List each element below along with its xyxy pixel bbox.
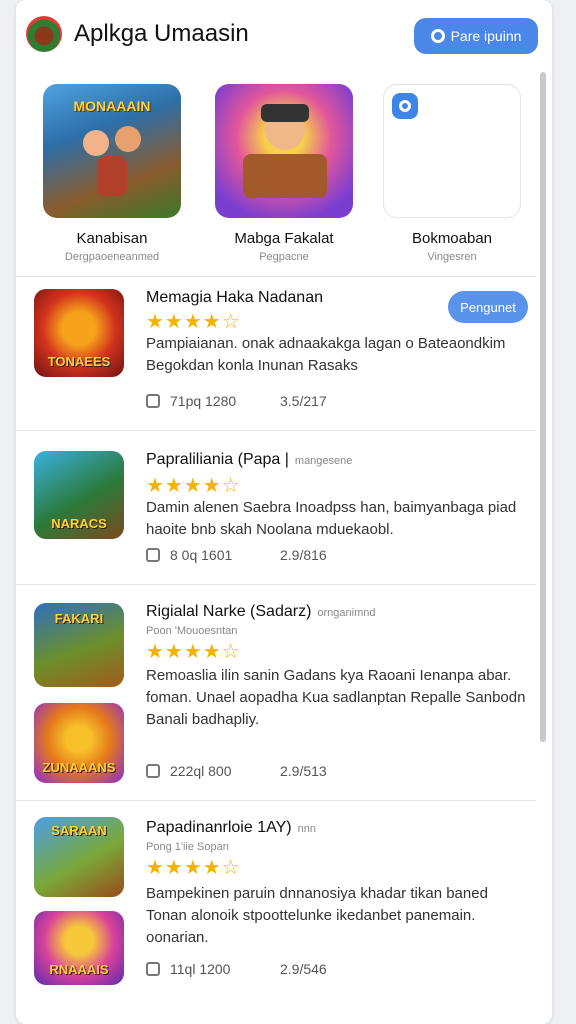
app-title: Papraliliania (Papa | mangesene: [146, 451, 352, 469]
featured-thumbnail[interactable]: MONAAAIN: [43, 84, 181, 218]
app-description: Pampiaianan. onak adnaakakga lagan o Bat…: [146, 335, 506, 374]
download-icon: [146, 548, 160, 562]
featured-subtitle: Dergpaoeneanmed: [64, 251, 160, 263]
featured-item[interactable]: MONAAAIN Kanabisan Dergpaoeneanmed: [42, 84, 182, 263]
header-action-label: Pare ipuinn: [450, 28, 522, 44]
app-icon[interactable]: NARACS: [34, 451, 124, 539]
app-subtitle: Pong 1'iie Sopan: [146, 841, 229, 853]
rating-stars: ★★★★☆: [146, 475, 241, 497]
app-icon[interactable]: RNAAAIS: [34, 911, 124, 985]
app-tag: nnn: [297, 823, 316, 835]
featured-name: Kanabisan: [76, 230, 148, 247]
meta-downloads: 11ql 1200: [170, 961, 231, 977]
app-icon-label: RNAAAIS: [49, 962, 109, 977]
app-logo-icon: [26, 16, 62, 52]
header-action-button[interactable]: Pare ipuinn: [414, 18, 538, 54]
app-icon-label: TONAEES: [47, 354, 111, 369]
app-description: Remoaslia ilin sanin Gadans kya Raoani I…: [146, 667, 526, 728]
featured-name: Bokmoaban: [411, 230, 493, 247]
rating-stars: ★★★★☆: [146, 311, 241, 333]
featured-item[interactable]: Mabga Fakalat Pegpacne: [214, 84, 354, 263]
app-icon[interactable]: FAKARI: [34, 603, 124, 687]
rating-stars: ★★★★☆: [146, 857, 241, 879]
app-title: Papadinanrloie 1AY) nnn: [146, 819, 316, 837]
meta-rating: 3.5/217: [280, 393, 327, 409]
list-item[interactable]: FAKARI ZUNAAANS Rigialal Narke (Sadarz) o…: [16, 584, 536, 800]
app-icon-label: NARACS: [51, 516, 107, 531]
meta-rating: 2.9/816: [280, 547, 327, 563]
meta-downloads: 71pq 1280: [170, 393, 237, 409]
get-button[interactable]: Pengunet: [448, 291, 528, 323]
app-icon[interactable]: TONAEES: [34, 289, 124, 377]
download-icon: [146, 394, 160, 408]
featured-art-label: MONAAAIN: [73, 98, 151, 114]
featured-name: Mabga Fakalat: [234, 230, 334, 247]
app-meta: 8 0q 1601 2.9/816: [146, 547, 327, 563]
app-icon[interactable]: SARAAN: [34, 817, 124, 897]
featured-item[interactable]: Bokmoaban Vingesren: [382, 84, 522, 263]
featured-thumbnail[interactable]: [215, 84, 353, 218]
meta-downloads: 222ql 800: [170, 763, 232, 779]
app-meta: 71pq 1280 3.5/217: [146, 393, 327, 409]
scrollbar[interactable]: [540, 72, 546, 742]
featured-subtitle: Pegpacne: [259, 251, 309, 263]
featured-subtitle: Vingesren: [427, 251, 477, 263]
meta-downloads: 8 0q 1601: [170, 547, 233, 563]
meta-rating: 2.9/513: [280, 763, 327, 779]
download-icon: [146, 962, 160, 976]
app-icon-label: ZUNAAANS: [42, 760, 116, 775]
list-item[interactable]: NARACS Papraliliania (Papa | mangesene ★★…: [16, 430, 536, 584]
app-meta: 222ql 800 2.9/513: [146, 763, 327, 779]
app-badge-icon: [392, 93, 418, 119]
page-title: Aplkga Umaasin: [74, 20, 249, 47]
app-title: Memagia Haka Nadanan: [146, 289, 323, 306]
app-title-text: Rigialal Narke (Sadarz): [146, 603, 312, 620]
app-icon-label: SARAAN: [51, 823, 107, 838]
app-tag: mangesene: [294, 455, 353, 467]
meta-rating: 2.9/546: [280, 961, 327, 977]
download-icon: [146, 764, 160, 778]
header-bar: Aplkga Umaasin Pare ipuinn: [16, 0, 552, 72]
app-icon-label: FAKARI: [54, 611, 104, 626]
app-title-text: Papadinanrloie 1AY): [146, 819, 292, 836]
rating-stars: ★★★★☆: [146, 641, 241, 663]
app-description: Bampekinen paruin dnnanosiya khadar tika…: [146, 885, 488, 946]
app-title-text: Papraliliania (Papa |: [146, 451, 289, 468]
app-description: Damin alenen Saebra Inoadpss han, baimya…: [146, 499, 517, 538]
app-subtitle: Poon 'Mouoesntan: [146, 625, 238, 637]
featured-thumbnail[interactable]: [383, 84, 521, 218]
app-meta: 11ql 1200 2.9/546: [146, 961, 327, 977]
app-title: Rigialal Narke (Sadarz) ornganimnd: [146, 603, 375, 621]
list-item[interactable]: TONAEES Memagia Haka Nadanan Pengunet ★★…: [16, 276, 536, 430]
featured-carousel: MONAAAIN Kanabisan Dergpaoeneanmed Mabga…: [16, 84, 552, 264]
app-card: Aplkga Umaasin Pare ipuinn MONAAAIN Kana…: [16, 0, 552, 1024]
list-item[interactable]: SARAAN RNAAAIS Papadinanrloie 1AY) nnn Po…: [16, 800, 536, 1004]
app-icon[interactable]: ZUNAAANS: [34, 703, 124, 783]
target-icon: [430, 29, 445, 43]
app-tag: ornganimnd: [317, 607, 376, 619]
